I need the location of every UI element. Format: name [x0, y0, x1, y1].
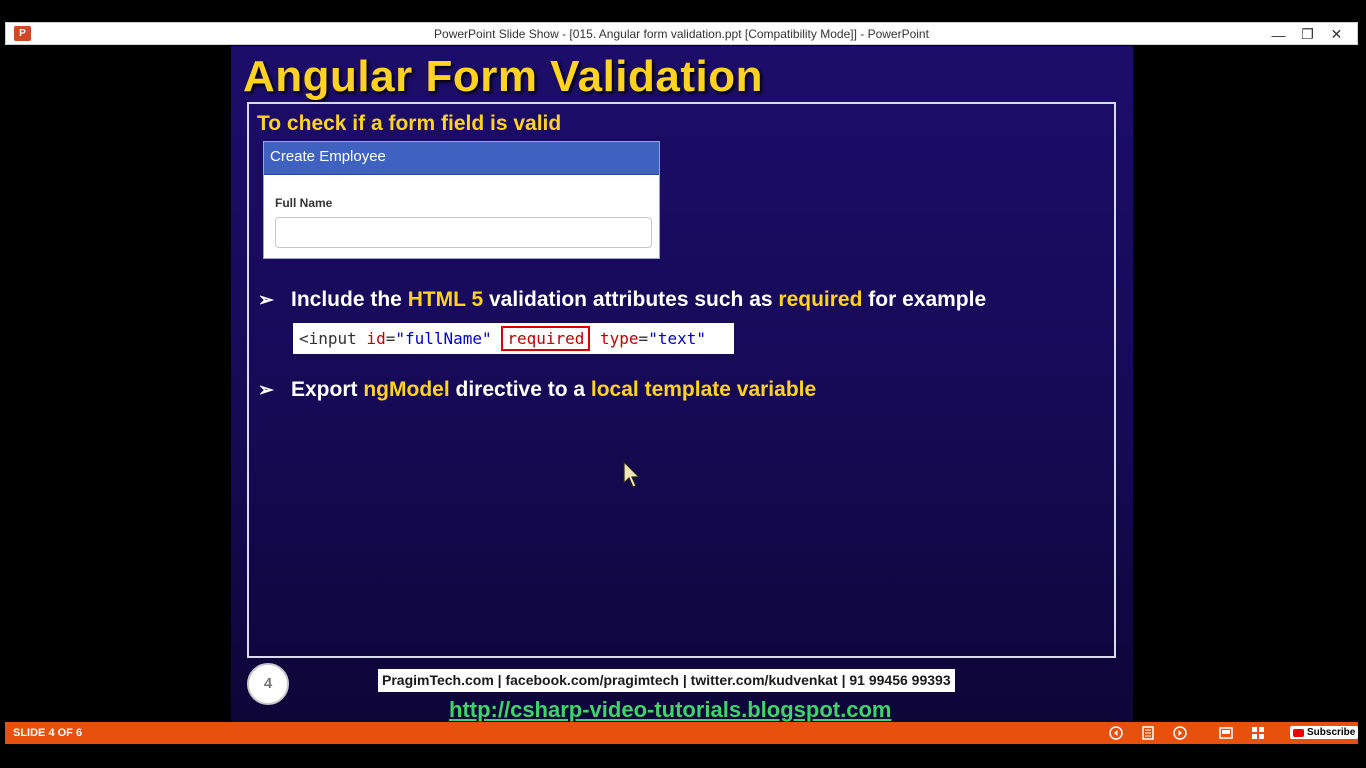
status-controls: [1107, 724, 1267, 742]
bullet-export-ngmodel: ➢ Export ngModel directive to a local tem…: [258, 378, 816, 402]
slide-sorter-icon[interactable]: [1249, 724, 1267, 742]
arrow-bullet-icon: ➢: [258, 290, 274, 311]
subscribe-label: Subscribe: [1307, 727, 1356, 738]
code-attr-type: type: [600, 329, 639, 348]
minimize-button[interactable]: —: [1264, 24, 1293, 45]
code-tag: <input: [299, 329, 367, 348]
bullet-highlight: required: [778, 288, 863, 311]
youtube-icon: [1293, 728, 1304, 737]
content-frame: To check if a form field is valid Create…: [247, 102, 1116, 658]
bullet-text: for example: [862, 288, 987, 311]
code-required-highlight: required: [501, 326, 591, 351]
bullet-highlight: ngModel: [363, 378, 450, 401]
footer-contact-bar: PragimTech.com | facebook.com/pragimtech…: [378, 669, 955, 692]
code-equals: =: [385, 329, 396, 348]
code-equals: =: [638, 329, 649, 348]
full-name-input: [275, 217, 652, 248]
window-titlebar: P PowerPoint Slide Show - [015. Angular …: [5, 22, 1358, 45]
bullet-text: Include the: [291, 288, 408, 311]
code-example: <input id="fullName" required type="text…: [293, 323, 734, 354]
next-icon[interactable]: [1171, 724, 1189, 742]
code-value-fullname: "fullName": [395, 329, 492, 348]
slide-canvas[interactable]: Angular Form Validation To check if a fo…: [231, 46, 1133, 722]
slide-number-badge: 4: [247, 663, 289, 705]
code-value-text: "text": [648, 329, 706, 348]
subscribe-button[interactable]: Subscribe: [1290, 726, 1359, 739]
create-employee-panel: Create Employee Full Name: [263, 141, 660, 259]
bullet-text: directive to a: [449, 378, 591, 401]
bullet-html5-validation: ➢ Include the HTML 5 validation attribute…: [258, 288, 986, 312]
previous-icon[interactable]: [1107, 724, 1125, 742]
reading-view-icon[interactable]: [1217, 724, 1235, 742]
bullet-text: validation attributes such as: [483, 288, 779, 311]
slide-subheading: To check if a form field is valid: [257, 112, 562, 135]
panel-heading: Create Employee: [264, 142, 659, 175]
mouse-pointer-icon: [623, 461, 641, 488]
slide-title: Angular Form Validation: [243, 52, 763, 101]
window-controls: — ❐ ✕: [1264, 24, 1351, 45]
bullet-highlight: local template variable: [590, 378, 817, 401]
bullet-text: Export: [291, 378, 364, 401]
restore-button[interactable]: ❐: [1293, 24, 1322, 45]
full-name-label: Full Name: [275, 196, 333, 210]
footer-blog-link[interactable]: http://csharp-video-tutorials.blogspot.c…: [449, 697, 891, 723]
arrow-bullet-icon: ➢: [258, 380, 274, 401]
bullet-highlight: HTML 5: [407, 288, 484, 311]
slideshow-status-bar: SLIDE 4 OF 6 Subscribe: [5, 722, 1359, 744]
close-button[interactable]: ✕: [1322, 24, 1351, 45]
window-title: PowerPoint Slide Show - [015. Angular fo…: [434, 27, 929, 41]
notes-icon[interactable]: [1139, 724, 1157, 742]
slide-counter: SLIDE 4 OF 6: [13, 727, 83, 739]
code-attr-id: id: [366, 329, 386, 348]
